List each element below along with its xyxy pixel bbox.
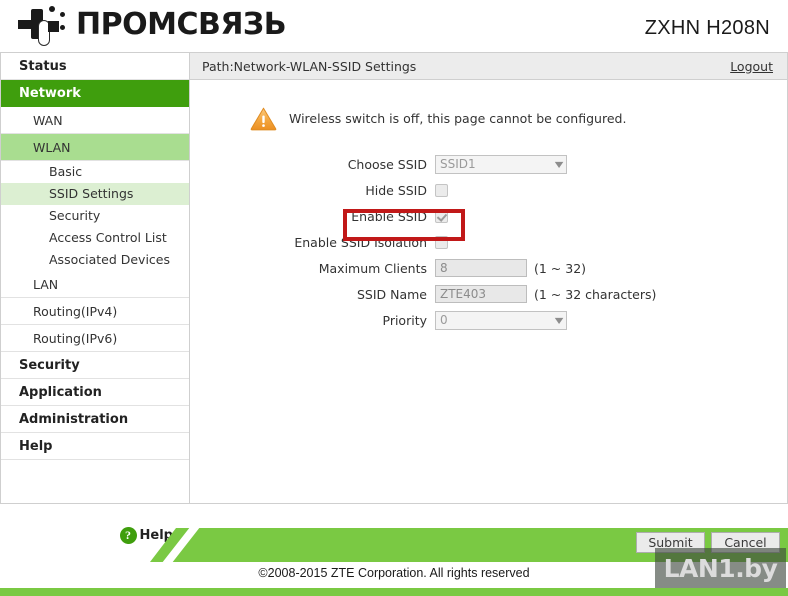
sidebar-item-routing-ipv6[interactable]: Routing(IPv6) — [1, 325, 189, 352]
sidebar-item-label: Routing(IPv6) — [33, 331, 118, 346]
choose-ssid-label: Choose SSID — [347, 156, 427, 172]
ssid-name-label: SSID Name — [356, 286, 427, 302]
sidebar-item-label: Associated Devices — [49, 252, 170, 267]
sidebar-item-ssid-settings[interactable]: SSID Settings — [1, 183, 189, 205]
sidebar-item-access-control-list[interactable]: Access Control List — [1, 227, 189, 249]
field-row-priority: Priority 0 ▼ — [190, 307, 787, 333]
sidebar-item-associated-devices[interactable]: Associated Devices — [1, 249, 189, 271]
sidebar-item-label: Network — [19, 86, 81, 101]
sidebar-item-label: Application — [19, 385, 102, 400]
hide-ssid-checkbox[interactable] — [435, 183, 448, 197]
sidebar-item-label: Security — [19, 358, 80, 373]
sidebar-item-wan[interactable]: WAN — [1, 107, 189, 134]
breadcrumb: Path:Network-WLAN-SSID Settings — [202, 58, 417, 74]
brand-name: ПРОМСВЯЗЬ — [76, 7, 287, 42]
page-header: ПРОМСВЯЗЬ ZXHN H208N — [0, 0, 788, 52]
sidebar-item-application[interactable]: Application — [1, 379, 189, 406]
warning-banner: Wireless switch is off, this page cannot… — [190, 80, 787, 131]
warning-message: Wireless switch is off, this page cannot… — [289, 111, 627, 126]
sidebar-item-label: SSID Settings — [49, 186, 134, 201]
priority-label: Priority — [382, 312, 428, 328]
sidebar-item-help[interactable]: Help — [1, 433, 189, 460]
field-row-choose-ssid: Choose SSID SSID1 ▼ — [190, 151, 787, 177]
sidebar-item-label: LAN — [33, 277, 59, 292]
promsvyaz-logo-icon — [18, 4, 72, 46]
ssid-name-hint: (1 ~ 32 characters) — [534, 286, 657, 302]
field-row-maximum-clients: Maximum Clients 8 (1 ~ 32) — [190, 255, 787, 281]
chevron-down-icon: ▼ — [554, 315, 564, 325]
maximum-clients-hint: (1 ~ 32) — [534, 260, 587, 276]
logout-link[interactable]: Logout — [730, 59, 773, 74]
maximum-clients-label: Maximum Clients — [318, 260, 427, 276]
sidebar-item-security[interactable]: Security — [1, 352, 189, 379]
ssid-settings-form: Choose SSID SSID1 ▼ Hide SSID Enable SSI… — [190, 151, 787, 333]
enable-ssid-label: Enable SSID — [351, 208, 427, 224]
footer-bottom-strip — [0, 588, 788, 596]
sidebar-item-status[interactable]: Status — [1, 53, 189, 80]
enable-ssid-isolation-checkbox[interactable] — [435, 235, 448, 249]
sidebar-item-label: Access Control List — [49, 230, 167, 245]
page-body: Status Network WAN WLAN Basic SSID Setti… — [0, 52, 788, 544]
field-row-ssid-name: SSID Name ZTE403 (1 ~ 32 characters) — [190, 281, 787, 307]
field-row-enable-ssid: Enable SSID — [190, 203, 787, 229]
maximum-clients-input[interactable]: 8 — [435, 259, 527, 277]
page-footer: Submit Cancel ©2008-2015 ZTE Corporation… — [0, 512, 788, 596]
device-model: ZXHN H208N — [644, 17, 770, 39]
enable-ssid-isolation-label: Enable SSID Isolation — [294, 234, 427, 250]
warning-triangle-icon — [250, 106, 277, 131]
sidebar-item-basic[interactable]: Basic — [1, 161, 189, 183]
sidebar-item-administration[interactable]: Administration — [1, 406, 189, 433]
sidebar-item-label: Status — [19, 59, 67, 74]
choose-ssid-select[interactable]: SSID1 ▼ — [435, 154, 567, 174]
sidebar-item-security-wlan[interactable]: Security — [1, 205, 189, 227]
sidebar-item-label: Basic — [49, 164, 83, 179]
priority-select[interactable]: 0 ▼ — [435, 310, 567, 330]
sidebar-item-wlan[interactable]: WLAN — [1, 134, 189, 161]
hide-ssid-label: Hide SSID — [365, 182, 427, 198]
ssid-name-input[interactable]: ZTE403 — [435, 285, 527, 303]
main-panel: Path:Network-WLAN-SSID Settings Logout W… — [190, 52, 788, 504]
site-watermark: LAN1.by — [655, 548, 786, 588]
field-row-hide-ssid: Hide SSID — [190, 177, 787, 203]
sidebar-item-label: Help — [19, 439, 53, 454]
path-bar: Path:Network-WLAN-SSID Settings Logout — [190, 53, 787, 80]
sidebar-item-routing-ipv4[interactable]: Routing(IPv4) — [1, 298, 189, 325]
priority-value: 0 — [440, 313, 448, 327]
sidebar-item-label: WAN — [33, 113, 63, 128]
sidebar-item-label: WLAN — [33, 140, 71, 155]
sidebar-item-label: Administration — [19, 412, 129, 427]
sidebar-item-label: Routing(IPv4) — [33, 304, 118, 319]
sidebar-nav: Status Network WAN WLAN Basic SSID Setti… — [0, 52, 190, 544]
sidebar-item-lan[interactable]: LAN — [1, 271, 189, 298]
sidebar-item-label: Security — [49, 208, 101, 223]
chevron-down-icon: ▼ — [554, 159, 564, 169]
field-row-enable-ssid-isolation: Enable SSID Isolation — [190, 229, 787, 255]
sidebar-item-network[interactable]: Network — [1, 80, 189, 107]
choose-ssid-value: SSID1 — [440, 157, 476, 171]
brand-logo: ПРОМСВЯЗЬ — [18, 2, 287, 48]
enable-ssid-checkbox[interactable] — [435, 209, 448, 223]
